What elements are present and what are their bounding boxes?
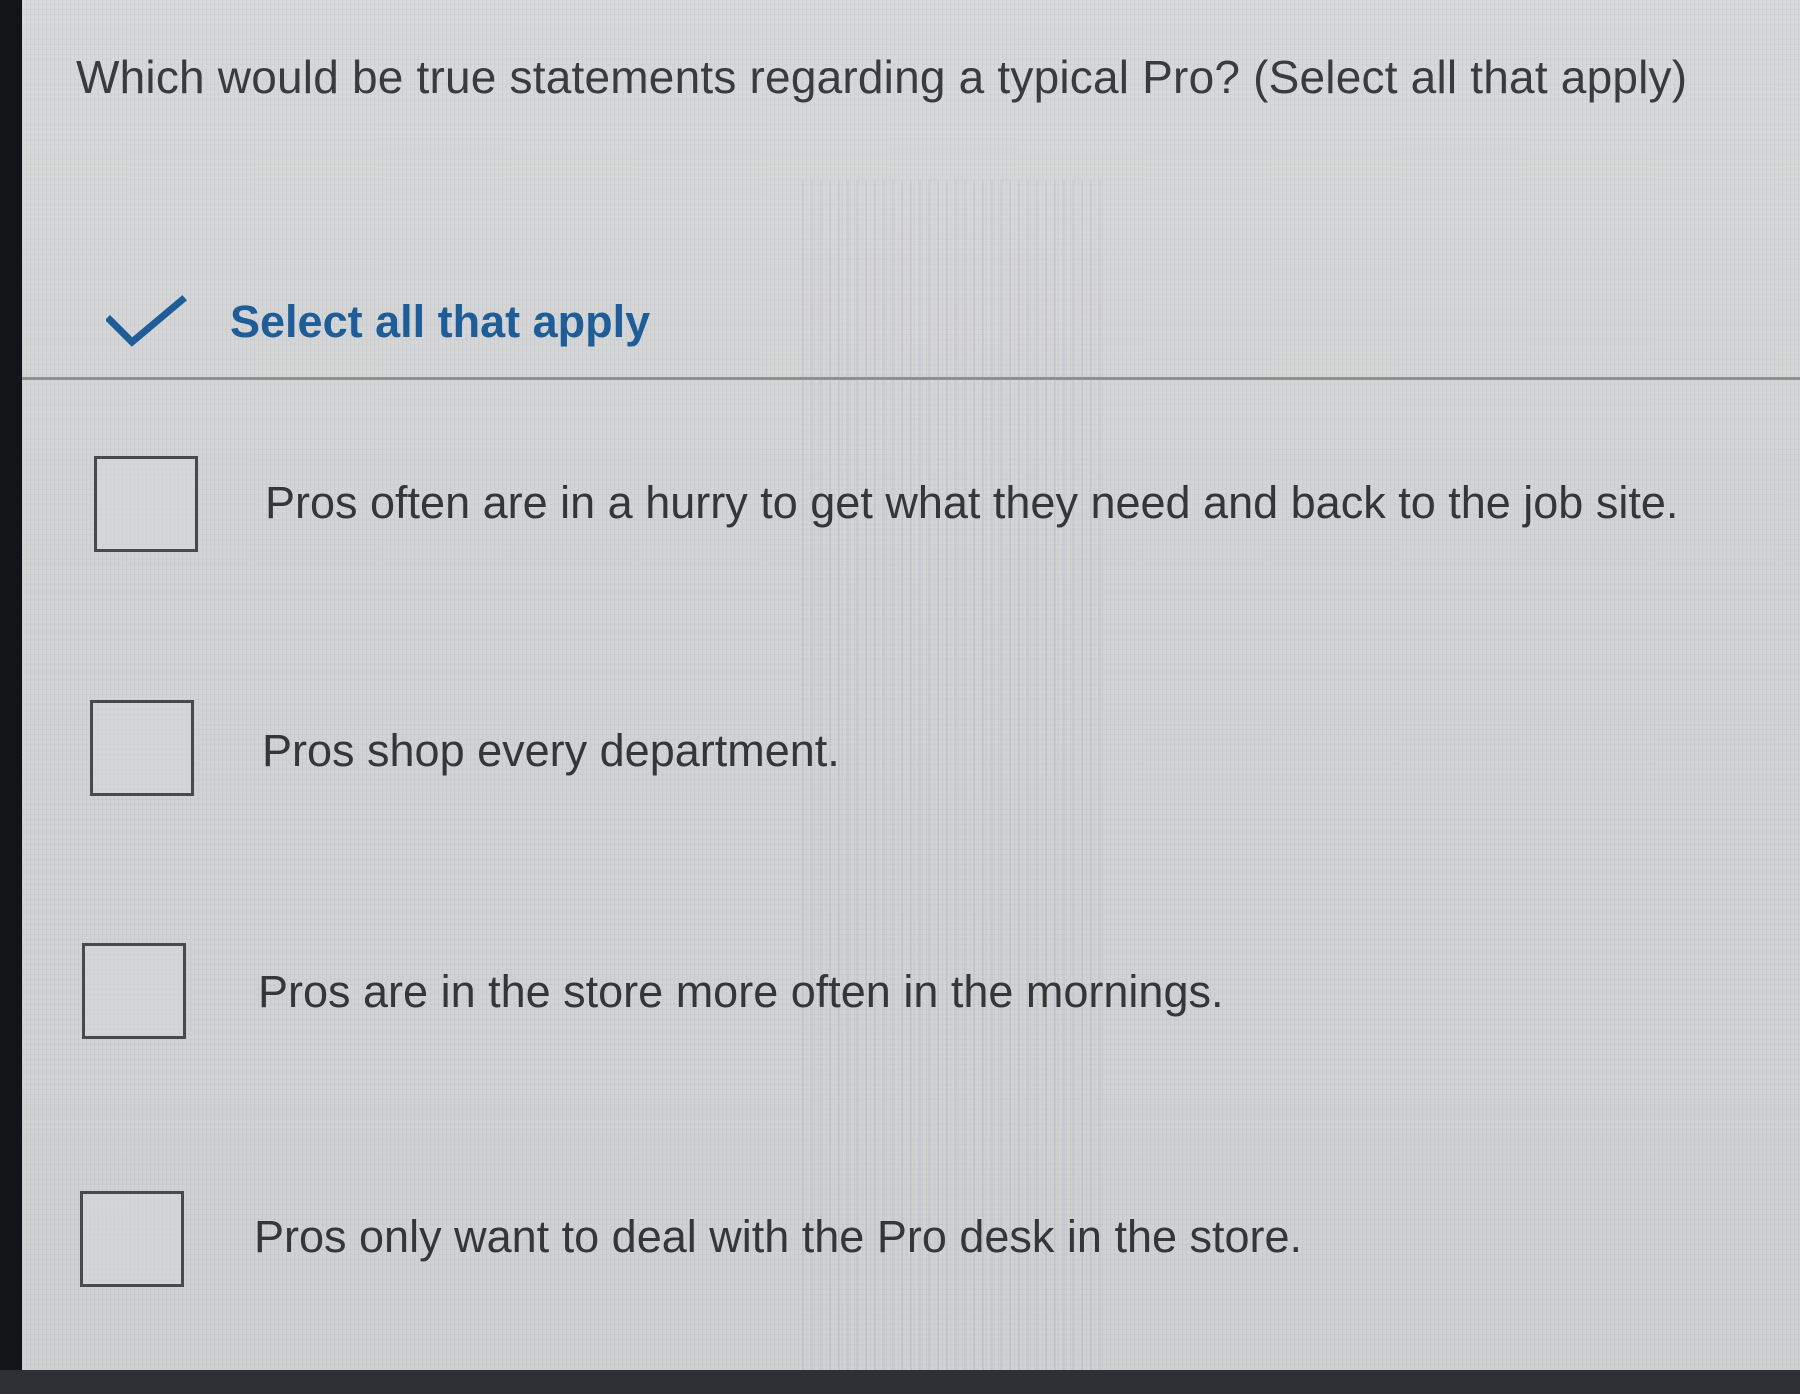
- answer-option-label-2: Pros shop every department.: [262, 725, 840, 776]
- answer-option-1[interactable]: Pros often are in a hurry to get what th…: [22, 450, 1800, 570]
- instruction-row: Select all that apply: [106, 286, 1106, 356]
- left-bezel: [0, 0, 22, 1394]
- section-divider: [22, 377, 1800, 380]
- answer-option-label-4: Pros only want to deal with the Pro desk…: [254, 1211, 1303, 1262]
- answer-checkbox-3[interactable]: [82, 943, 186, 1039]
- answer-option-3[interactable]: Pros are in the store more often in the …: [22, 937, 1800, 1057]
- answer-checkbox-1[interactable]: [94, 456, 198, 552]
- answer-checkbox-2[interactable]: [90, 700, 194, 796]
- question-panel: Which would be true statements regarding…: [22, 0, 1800, 1370]
- instruction-label: Select all that apply: [230, 296, 651, 347]
- screen-frame: Which would be true statements regarding…: [0, 0, 1800, 1394]
- checkmark-icon: [106, 295, 187, 347]
- bottom-bezel: [0, 1370, 1800, 1394]
- answer-option-label-1: Pros often are in a hurry to get what th…: [265, 477, 1679, 528]
- answer-option-label-3: Pros are in the store more often in the …: [258, 966, 1224, 1017]
- answer-option-4[interactable]: Pros only want to deal with the Pro desk…: [22, 1188, 1800, 1308]
- answer-option-2[interactable]: Pros shop every department.: [22, 692, 1800, 812]
- answer-checkbox-4[interactable]: [80, 1191, 184, 1287]
- question-text: Which would be true statements regarding…: [76, 51, 1688, 103]
